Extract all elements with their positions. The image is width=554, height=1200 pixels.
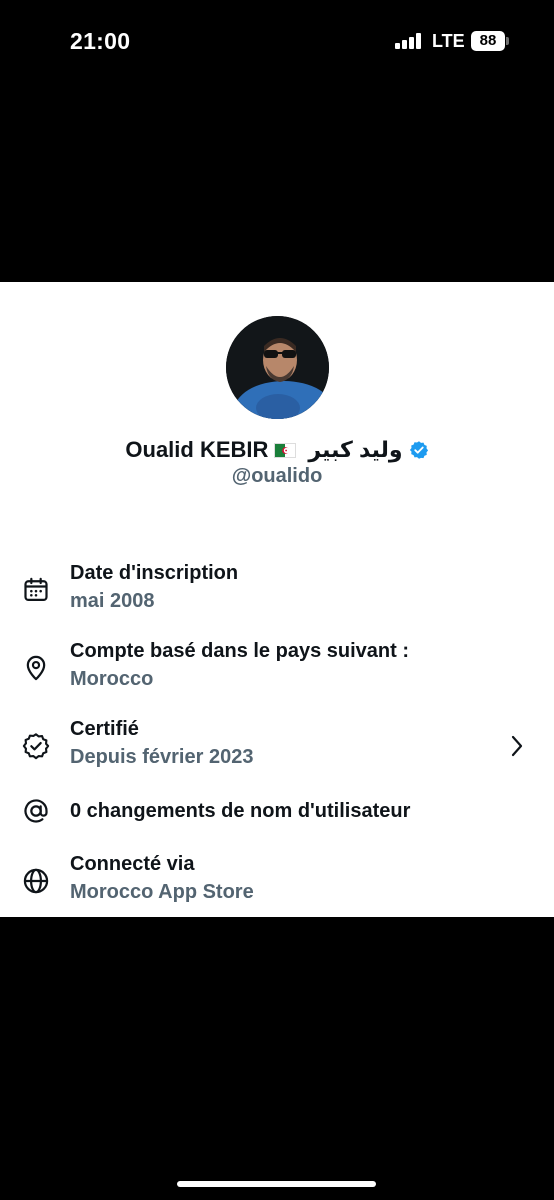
about-row-title: 0 changements de nom d'utilisateur [70, 800, 411, 822]
about-row-title: Date d'inscription [70, 562, 239, 584]
account-about-card: Oualid KEBIR وليد كبير @oualido Date d'i… [0, 282, 554, 917]
profile-name-row: Oualid KEBIR وليد كبير [0, 434, 554, 466]
about-row-value: Depuis février 2023 [70, 746, 254, 768]
display-name: Oualid KEBIR [125, 437, 269, 462]
about-row-country: Compte basé dans le pays suivant : Moroc… [0, 638, 554, 698]
status-time: 21:00 [70, 28, 131, 54]
about-row-connected-via: Connecté via Morocco App Store [0, 851, 554, 911]
battery-tip [506, 37, 509, 45]
about-row-verified[interactable]: Certifié Depuis février 2023 [0, 716, 554, 776]
about-row-value: Morocco [70, 668, 154, 690]
avatar[interactable] [226, 316, 329, 419]
about-row-title: Connecté via [70, 853, 195, 875]
about-row-title: Compte basé dans le pays suivant : [70, 640, 409, 662]
about-row-username-changes: 0 changements de nom d'utilisateur [0, 794, 554, 830]
verified-badge-icon[interactable] [409, 440, 429, 460]
status-bar: 21:00 LTE 88 [0, 0, 554, 80]
network-type: LTE [432, 31, 465, 51]
home-indicator[interactable] [177, 1181, 376, 1187]
globe-icon [23, 868, 49, 894]
verified-outline-icon [22, 733, 50, 760]
calendar-icon [24, 577, 48, 602]
algeria-flag-icon [274, 442, 297, 458]
about-row-value: Morocco App Store [70, 881, 254, 903]
location-pin-icon [26, 655, 46, 681]
battery-icon: 88 [471, 31, 505, 51]
avatar-image [226, 316, 329, 419]
display-name-arabic: وليد كبير [308, 437, 403, 462]
about-row-title: Certifié [70, 718, 139, 740]
cellular-signal-icon [395, 33, 423, 49]
at-sign-icon [24, 799, 48, 823]
about-row-join-date: Date d'inscription mai 2008 [0, 560, 554, 620]
profile-handle[interactable]: @oualido [0, 465, 554, 488]
chevron-right-icon[interactable] [506, 732, 528, 760]
about-row-value: mai 2008 [70, 590, 155, 612]
